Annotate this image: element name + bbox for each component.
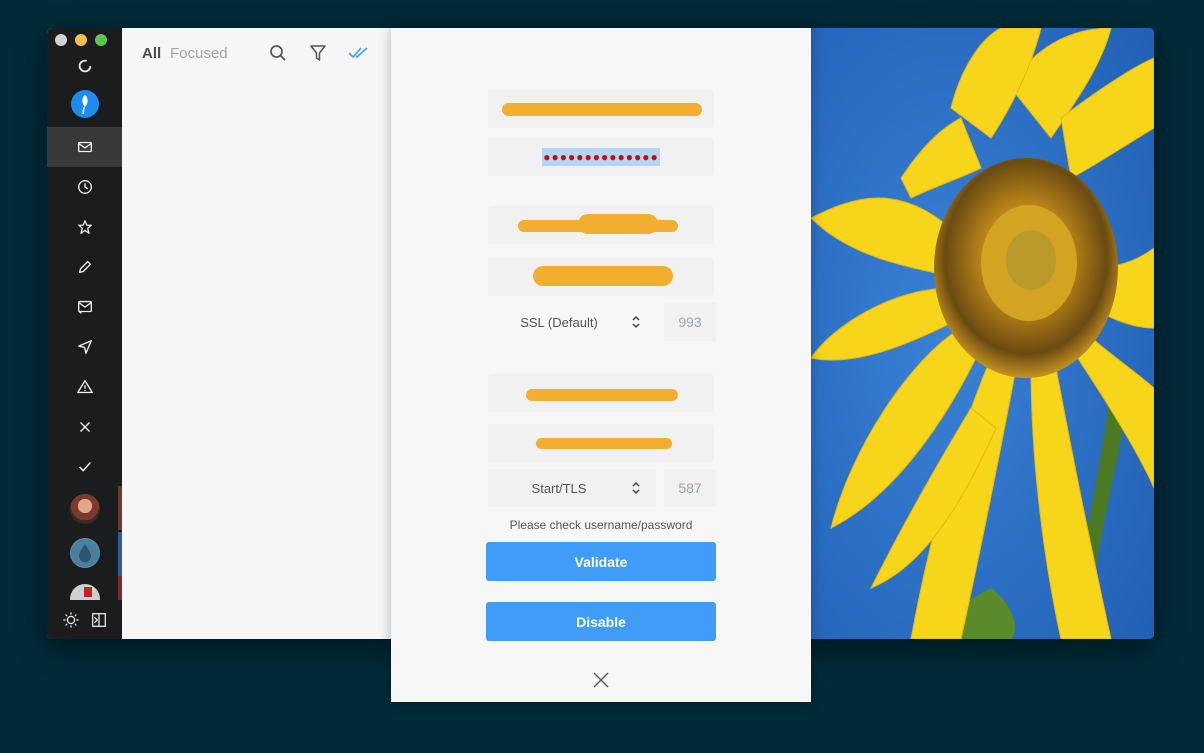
minimize-window-button[interactable] [75,34,87,46]
redaction-mark [533,266,673,286]
disable-button[interactable]: Disable [486,602,716,641]
send-icon [77,340,92,354]
outgoing-port-field[interactable]: 587 [664,469,716,507]
tab-all[interactable]: All [142,45,161,62]
validation-message: Please check username/password [509,518,693,532]
sidebar-toggle-icon[interactable] [90,611,108,629]
inbox-icon [77,141,92,153]
redaction-mark [578,214,658,234]
outgoing-username-field[interactable] [488,374,714,412]
close-icon [79,421,90,433]
incoming-security-select[interactable]: SSL (Default) [488,303,656,341]
sync-button[interactable] [47,46,122,86]
password-field[interactable]: ●●●●●●●●●●●●●● [488,138,714,176]
account-logo-button[interactable] [47,84,122,124]
close-icon[interactable] [592,671,610,689]
sidebar-item-sent[interactable] [47,327,122,367]
sync-icon [78,59,91,73]
tab-focused[interactable]: Focused [170,45,228,62]
message-list-pane: All Focused [122,28,391,639]
chevron-updown-icon [632,315,640,329]
sunflower-photo [811,28,1154,639]
sidebar-item-done[interactable] [47,447,122,487]
avatar[interactable] [70,538,100,568]
sidebar-item-spam[interactable] [47,367,122,407]
avatar[interactable] [70,584,100,600]
sidebar-item-drafts[interactable] [47,247,122,287]
filter-icon[interactable] [308,43,328,63]
chevron-updown-icon [632,481,640,495]
sidebar-item-starred[interactable] [47,207,122,247]
search-icon[interactable] [268,43,288,63]
sidebar [47,28,122,639]
redaction-mark [502,103,702,116]
star-icon [77,220,92,234]
sidebar-item-trash[interactable] [47,407,122,447]
incoming-security-value: SSL (Default) [520,314,598,330]
sun-icon[interactable] [62,611,80,629]
pencil-icon [78,260,91,274]
sidebar-item-inbox[interactable] [47,127,122,167]
outgoing-security-value: Start/TLS [531,480,587,496]
redaction-mark [526,389,678,401]
mail-sent-icon [77,300,92,314]
avatar[interactable] [70,494,100,524]
sidebar-item-snoozed[interactable] [47,167,122,207]
sidebar-footer [47,601,122,639]
incoming-port-field[interactable]: 993 [664,303,716,341]
maximize-window-button[interactable] [95,34,107,46]
close-window-button[interactable] [55,34,67,46]
validate-button[interactable]: Validate [486,542,716,581]
incoming-username-field[interactable] [488,206,714,244]
sidebar-item-all-mail[interactable] [47,287,122,327]
warning-icon [76,380,93,394]
check-icon [78,461,91,472]
sunflower-image [811,28,1154,639]
account-settings-dialog: ●●●●●●●●●●●●●● SSL (Default) 993 Start/T… [391,28,811,702]
app-logo-icon [70,90,99,118]
account-name-field[interactable] [488,90,714,128]
outgoing-server-field[interactable] [488,424,714,462]
drop-icon [71,539,99,567]
clock-icon [77,180,92,194]
window-controls [55,34,107,46]
outgoing-security-select[interactable]: Start/TLS [488,469,656,507]
password-value: ●●●●●●●●●●●●●● [542,148,660,166]
redaction-mark [536,438,672,449]
incoming-server-field[interactable] [488,258,714,296]
double-check-icon[interactable] [348,43,368,63]
